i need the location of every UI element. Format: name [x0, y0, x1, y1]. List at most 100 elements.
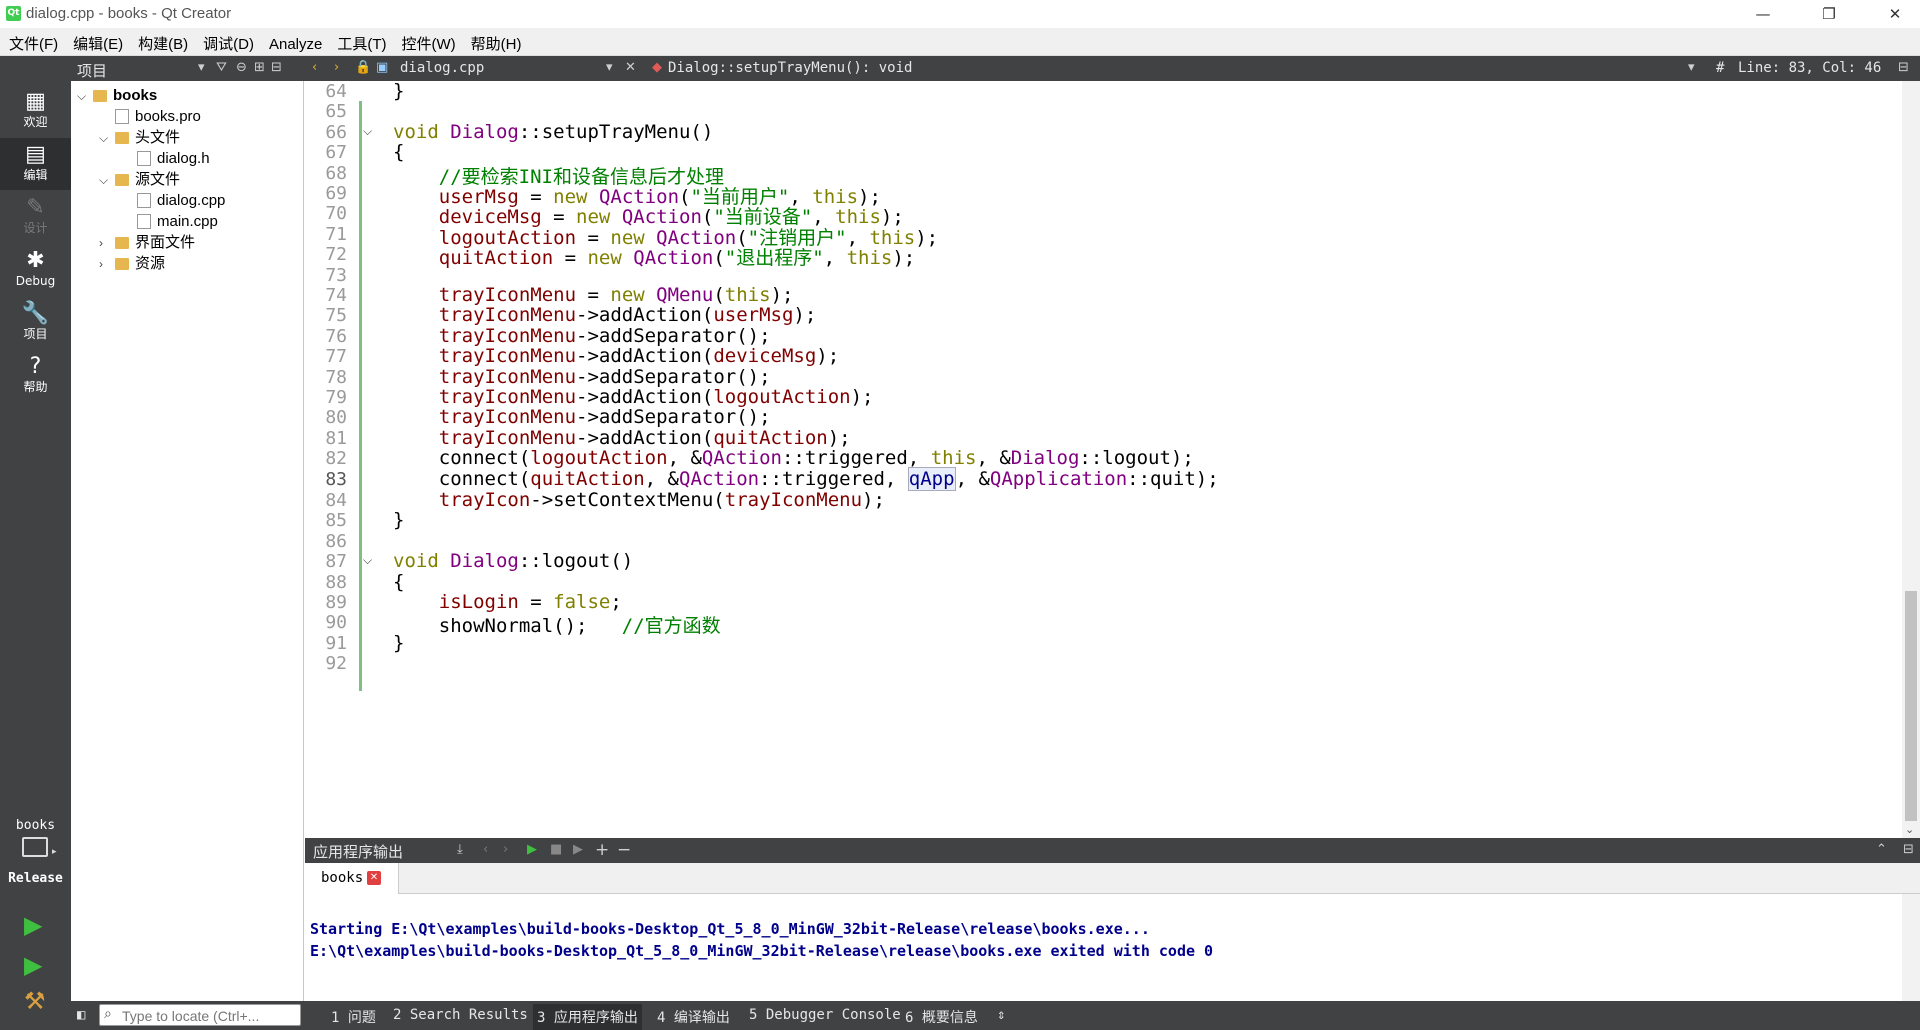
chevron-right-icon[interactable]: › [99, 254, 115, 275]
pane-dropdown-icon[interactable]: ▾ [198, 59, 205, 77]
zoom-in-icon[interactable]: + [595, 841, 609, 859]
hash-button[interactable]: # [1716, 60, 1724, 76]
tree-item[interactable]: › 界面文件 [99, 232, 195, 253]
pane-issues[interactable]: 1 问题 [331, 1007, 376, 1027]
code-line[interactable]: trayIconMenu->addSeparator(); [393, 366, 771, 388]
pane-general-messages[interactable]: 6 概要信息 [905, 1007, 978, 1027]
kit-config-label[interactable]: Release [0, 871, 71, 886]
pane-search-results[interactable]: 2 Search Results [393, 1007, 528, 1023]
link-icon[interactable]: ⊖ [236, 59, 247, 77]
build-hammer-icon[interactable]: ⚒ [24, 987, 46, 1015]
split-editor-icon[interactable]: ⊟ [1898, 59, 1909, 77]
chevron-right-icon[interactable]: › [99, 233, 115, 254]
tree-item[interactable]: dialog.h [121, 148, 210, 169]
fold-toggle-icon[interactable]: ⌵ [363, 124, 372, 139]
code-line[interactable]: { [393, 571, 404, 593]
toggle-sidebar-icon[interactable]: ◧ [77, 1007, 85, 1023]
tree-item[interactable]: dialog.cpp [121, 190, 225, 211]
tree-item[interactable]: ⌵ 头文件 [99, 127, 180, 148]
mode-edit[interactable]: ▤ 编辑 [0, 138, 71, 190]
code-line[interactable]: void Dialog::logout() [393, 550, 633, 572]
pane-debugger-console[interactable]: 5 Debugger Console [749, 1007, 901, 1023]
menu-widgets[interactable]: 控件(W) [393, 28, 462, 54]
code-line[interactable]: } [393, 632, 404, 654]
zoom-out-icon[interactable]: − [617, 841, 631, 859]
run-icon[interactable]: ▶ [24, 911, 42, 939]
next-icon[interactable]: › [503, 841, 508, 859]
debug-run-icon[interactable]: ▶ [24, 951, 42, 979]
file-dropdown-icon[interactable]: ▾ [606, 59, 613, 77]
output-scrollbar[interactable] [1902, 894, 1920, 1001]
menu-build[interactable]: 构建(B) [129, 28, 194, 54]
tree-item[interactable]: main.cpp [121, 211, 218, 232]
maximize-button[interactable]: ❐ [1806, 0, 1852, 28]
split-icon[interactable]: ⊞ [254, 59, 265, 77]
close-tab-icon[interactable]: ✕ [367, 871, 381, 885]
stop-icon[interactable]: ■ [550, 841, 562, 859]
code-area[interactable]: } void Dialog::setupTrayMenu(){ //要检索INI和… [393, 80, 1900, 838]
prev-icon[interactable]: ‹ [483, 841, 488, 859]
tree-item[interactable]: books.pro [99, 106, 201, 127]
code-line[interactable]: void Dialog::setupTrayMenu() [393, 121, 713, 143]
menu-debug[interactable]: 调试(D) [194, 28, 260, 54]
code-line[interactable]: connect(logoutAction, &QAction::triggere… [393, 447, 1194, 469]
code-editor[interactable]: 64 65 66 67 68 69 70 71 72 73 74 75 76 77 78 79 80 81 82 83… [305, 80, 1920, 838]
forward-icon[interactable]: › [334, 59, 339, 77]
locator-input[interactable]: ⌕ Type to locate (Ctrl+... [99, 1004, 301, 1026]
close-pane-icon[interactable]: ⊟ [1903, 841, 1914, 859]
pane-app-output[interactable]: 3 应用程序输出 [533, 1004, 642, 1030]
chevron-down-icon[interactable]: ⌵ [99, 170, 115, 191]
close-button[interactable]: ✕ [1872, 0, 1918, 28]
code-line[interactable]: showNormal(); //官方函数 [393, 611, 721, 638]
code-line[interactable]: trayIconMenu->addSeparator(); [393, 325, 771, 347]
tree-item[interactable]: ⌵ 源文件 [99, 169, 180, 190]
editor-scroll-thumb[interactable] [1905, 591, 1917, 821]
code-line[interactable]: connect(quitAction, &QAction::triggered,… [393, 466, 1219, 491]
code-line[interactable]: trayIconMenu = new QMenu(this); [393, 284, 794, 306]
menu-edit[interactable]: 编辑(E) [64, 28, 129, 54]
editor-scrollbar[interactable]: ⌄ [1902, 81, 1920, 838]
menu-help[interactable]: 帮助(H) [462, 28, 528, 54]
open-file-name[interactable]: dialog.cpp [400, 60, 484, 76]
code-line[interactable]: trayIconMenu->addAction(quitAction); [393, 427, 851, 449]
filter-icon[interactable]: ⛛ [216, 59, 227, 77]
mode-grid[interactable]: ▦ 欢迎 [0, 85, 71, 137]
code-line[interactable]: trayIconMenu->addAction(deviceMsg); [393, 345, 839, 367]
maximize-pane-icon[interactable]: ⌃ [1876, 841, 1887, 859]
more-panes-icon[interactable]: ⇕ [997, 1007, 1005, 1023]
code-line[interactable]: trayIcon->setContextMenu(trayIconMenu); [393, 489, 885, 511]
scroll-down-icon[interactable]: ⌄ [1905, 823, 1914, 836]
attach-debugger-icon[interactable]: ▶ [573, 841, 583, 859]
monitor-icon[interactable] [22, 837, 48, 857]
chevron-down-icon[interactable]: ⌵ [99, 128, 115, 149]
mode-wrench[interactable]: 🔧 项目 [0, 297, 71, 349]
code-line[interactable]: trayIconMenu->addSeparator(); [393, 406, 771, 428]
menu-tools[interactable]: 工具(T) [328, 28, 392, 54]
symbol-dropdown-icon[interactable]: ▾ [1688, 59, 1695, 77]
code-line[interactable]: } [393, 509, 404, 531]
pane-compile-output[interactable]: 4 编译输出 [657, 1007, 730, 1027]
rerun-icon[interactable]: ▶ [527, 841, 537, 859]
close-pane-icon[interactable]: ⊟ [271, 59, 282, 77]
code-line[interactable]: } [393, 80, 404, 102]
code-line[interactable]: { [393, 141, 404, 163]
code-line[interactable]: isLogin = false; [393, 591, 622, 613]
output-tab-books[interactable]: books ✕ [305, 863, 399, 894]
code-line[interactable]: trayIconMenu->addAction(userMsg); [393, 304, 817, 326]
fold-toggle-icon[interactable]: ⌵ [363, 553, 372, 568]
menu-analyze[interactable]: Analyze [260, 31, 328, 53]
back-icon[interactable]: ‹ [312, 59, 317, 77]
minimize-button[interactable]: — [1740, 0, 1786, 28]
code-token: ->addSeparator(); [576, 324, 771, 347]
code-line[interactable]: quitAction = new QAction("退出程序", this); [393, 243, 915, 270]
attach-icon[interactable]: ⤓ [457, 841, 463, 859]
tree-item[interactable]: › 资源 [99, 253, 165, 274]
mode-help[interactable]: ? 帮助 [0, 350, 71, 402]
symbol-selector[interactable]: Dialog::setupTrayMenu(): void [668, 60, 912, 76]
code-line[interactable]: trayIconMenu->addAction(logoutAction); [393, 386, 874, 408]
mode-bug[interactable]: ✱ Debug [0, 244, 71, 296]
tree-item[interactable]: ⌵ books [77, 85, 157, 106]
chevron-down-icon[interactable]: ⌵ [77, 86, 93, 107]
menu-file[interactable]: 文件(F) [0, 28, 64, 54]
close-file-icon[interactable]: ✕ [625, 59, 636, 77]
